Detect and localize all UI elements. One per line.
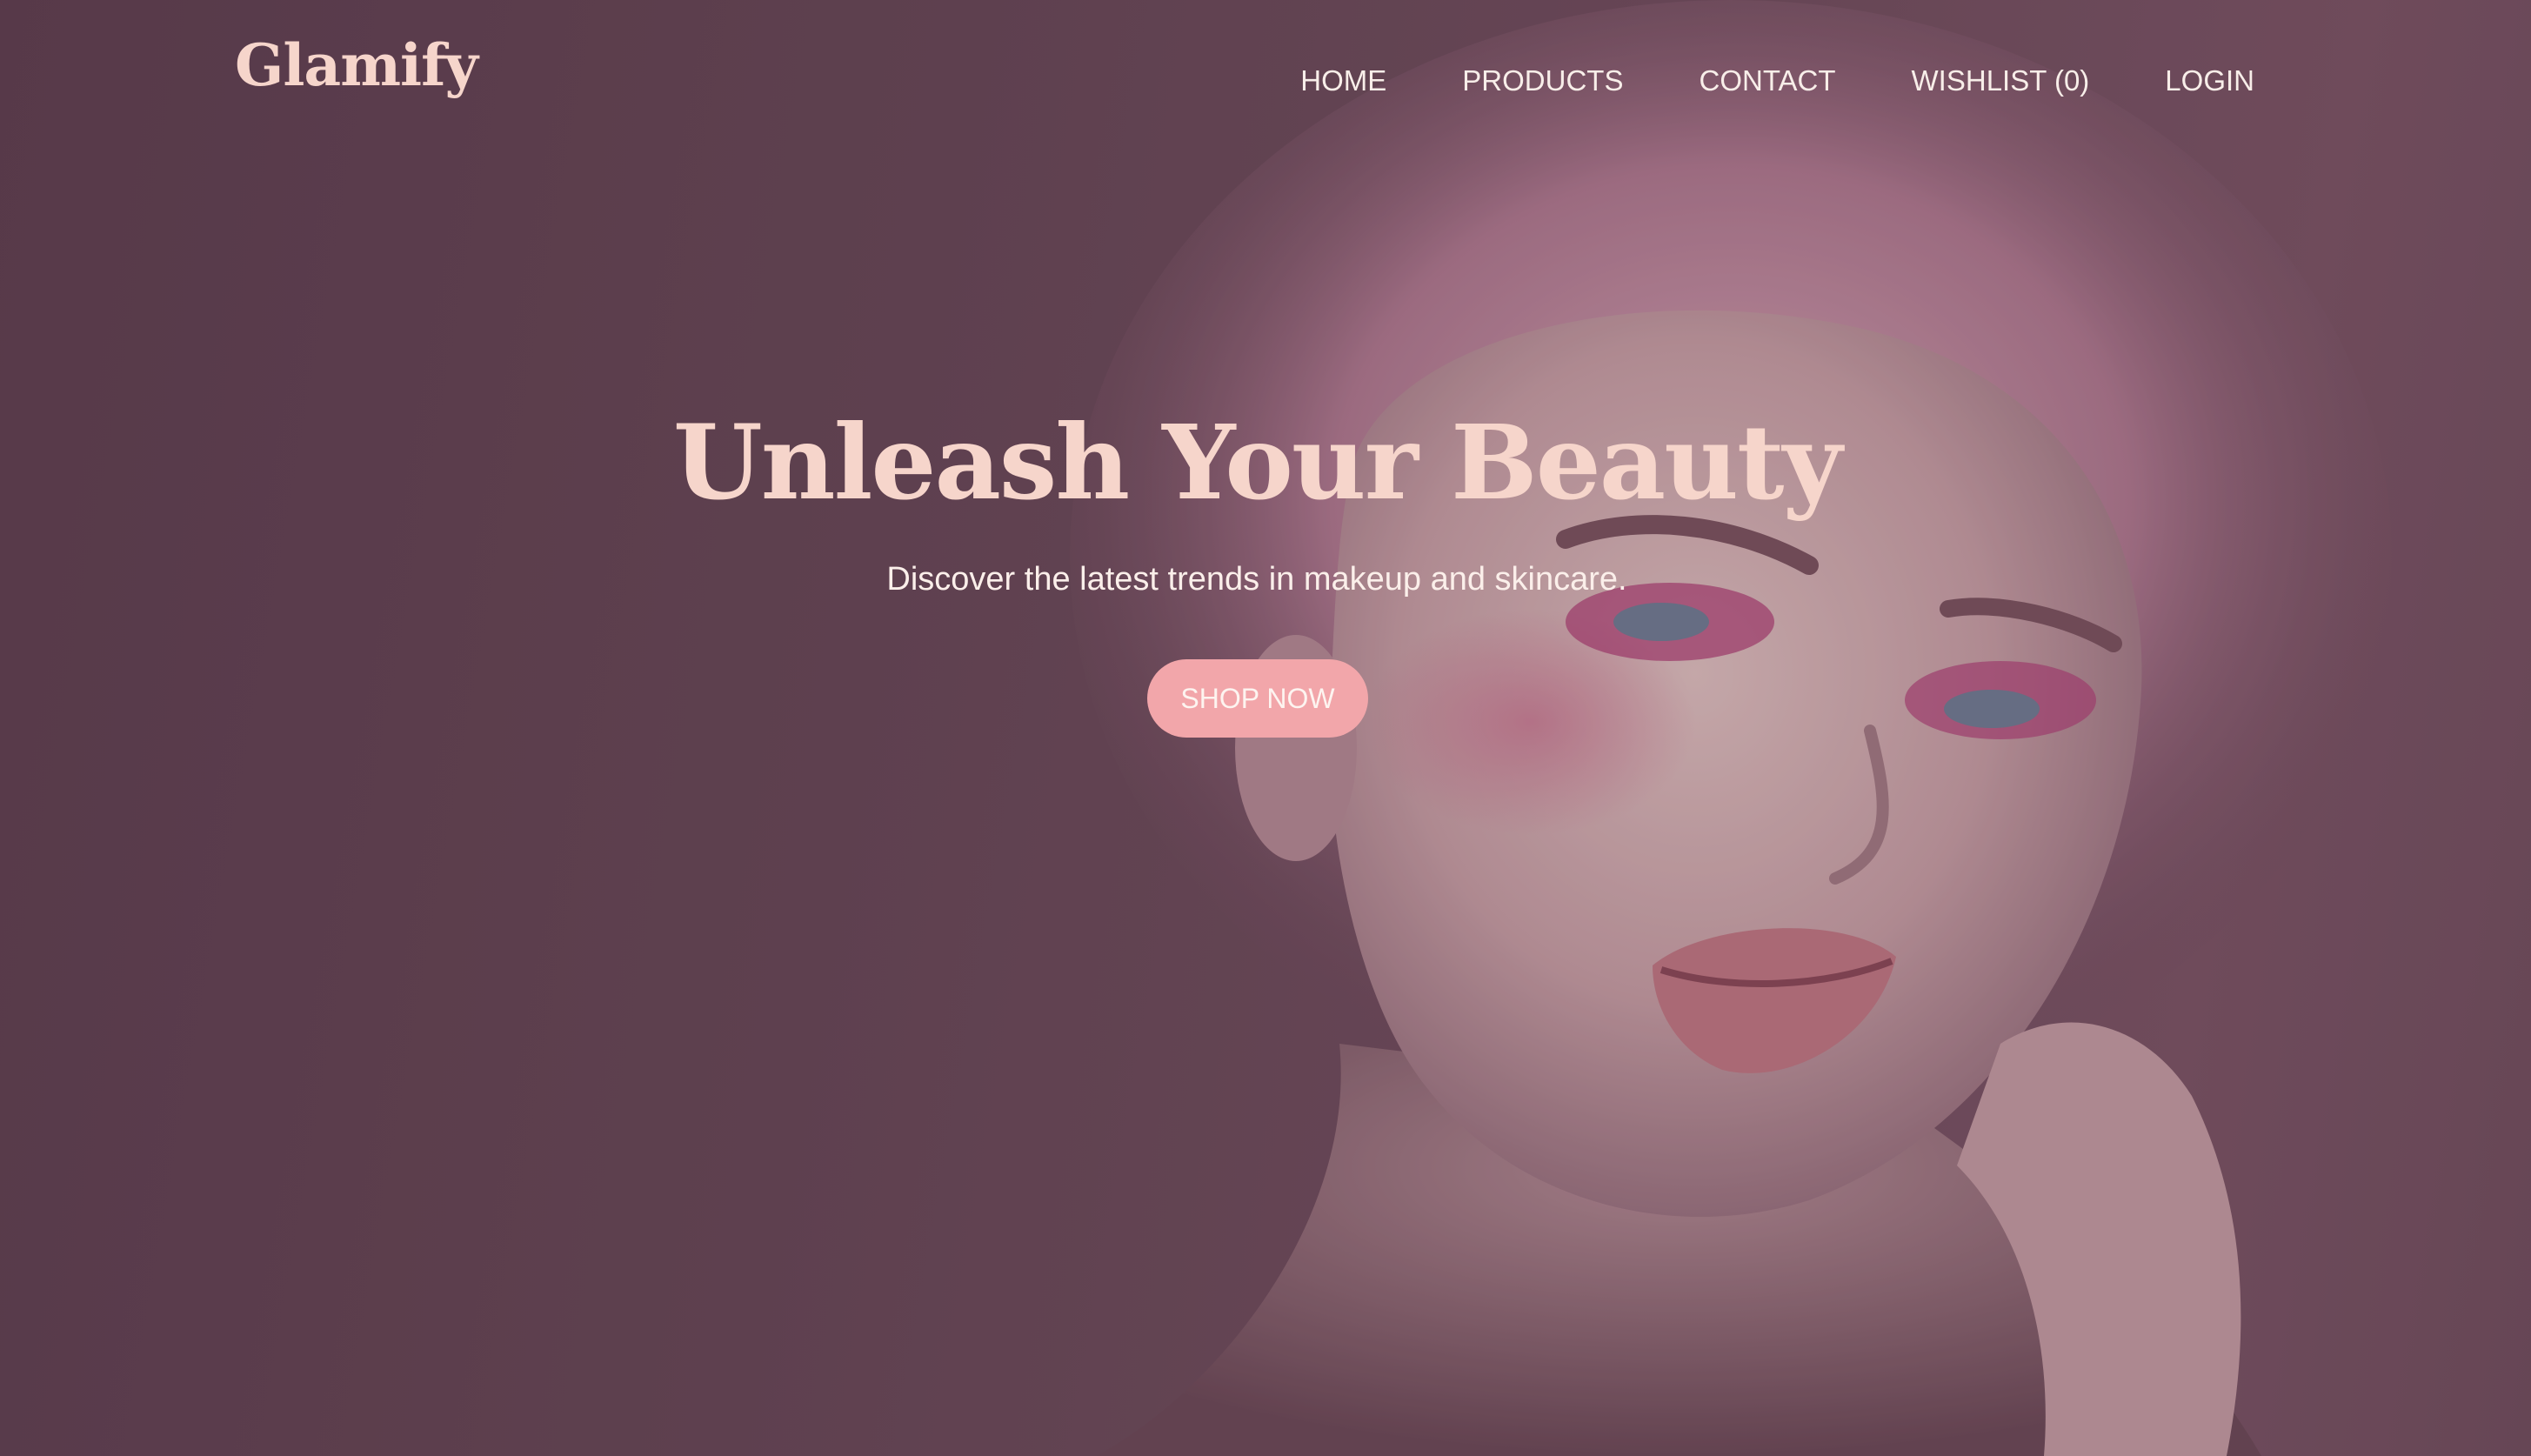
hero-headline: Unleash Your Beauty (672, 402, 1842, 523)
nav-login-link[interactable]: LOGIN (2165, 64, 2254, 97)
nav-wishlist-link[interactable]: WISHLIST (0) (1912, 64, 2090, 97)
main-nav: HOME PRODUCTS CONTACT WISHLIST (0) LOGIN (1225, 64, 2254, 97)
shop-now-button[interactable]: SHOP NOW (1147, 659, 1368, 738)
brand-logo[interactable]: Glamify (235, 31, 478, 99)
nav-contact-link[interactable]: CONTACT (1699, 64, 1835, 97)
nav-home-link[interactable]: HOME (1300, 64, 1386, 97)
hero-subtitle: Discover the latest trends in makeup and… (886, 561, 1627, 598)
nav-products-link[interactable]: PRODUCTS (1462, 64, 1623, 97)
